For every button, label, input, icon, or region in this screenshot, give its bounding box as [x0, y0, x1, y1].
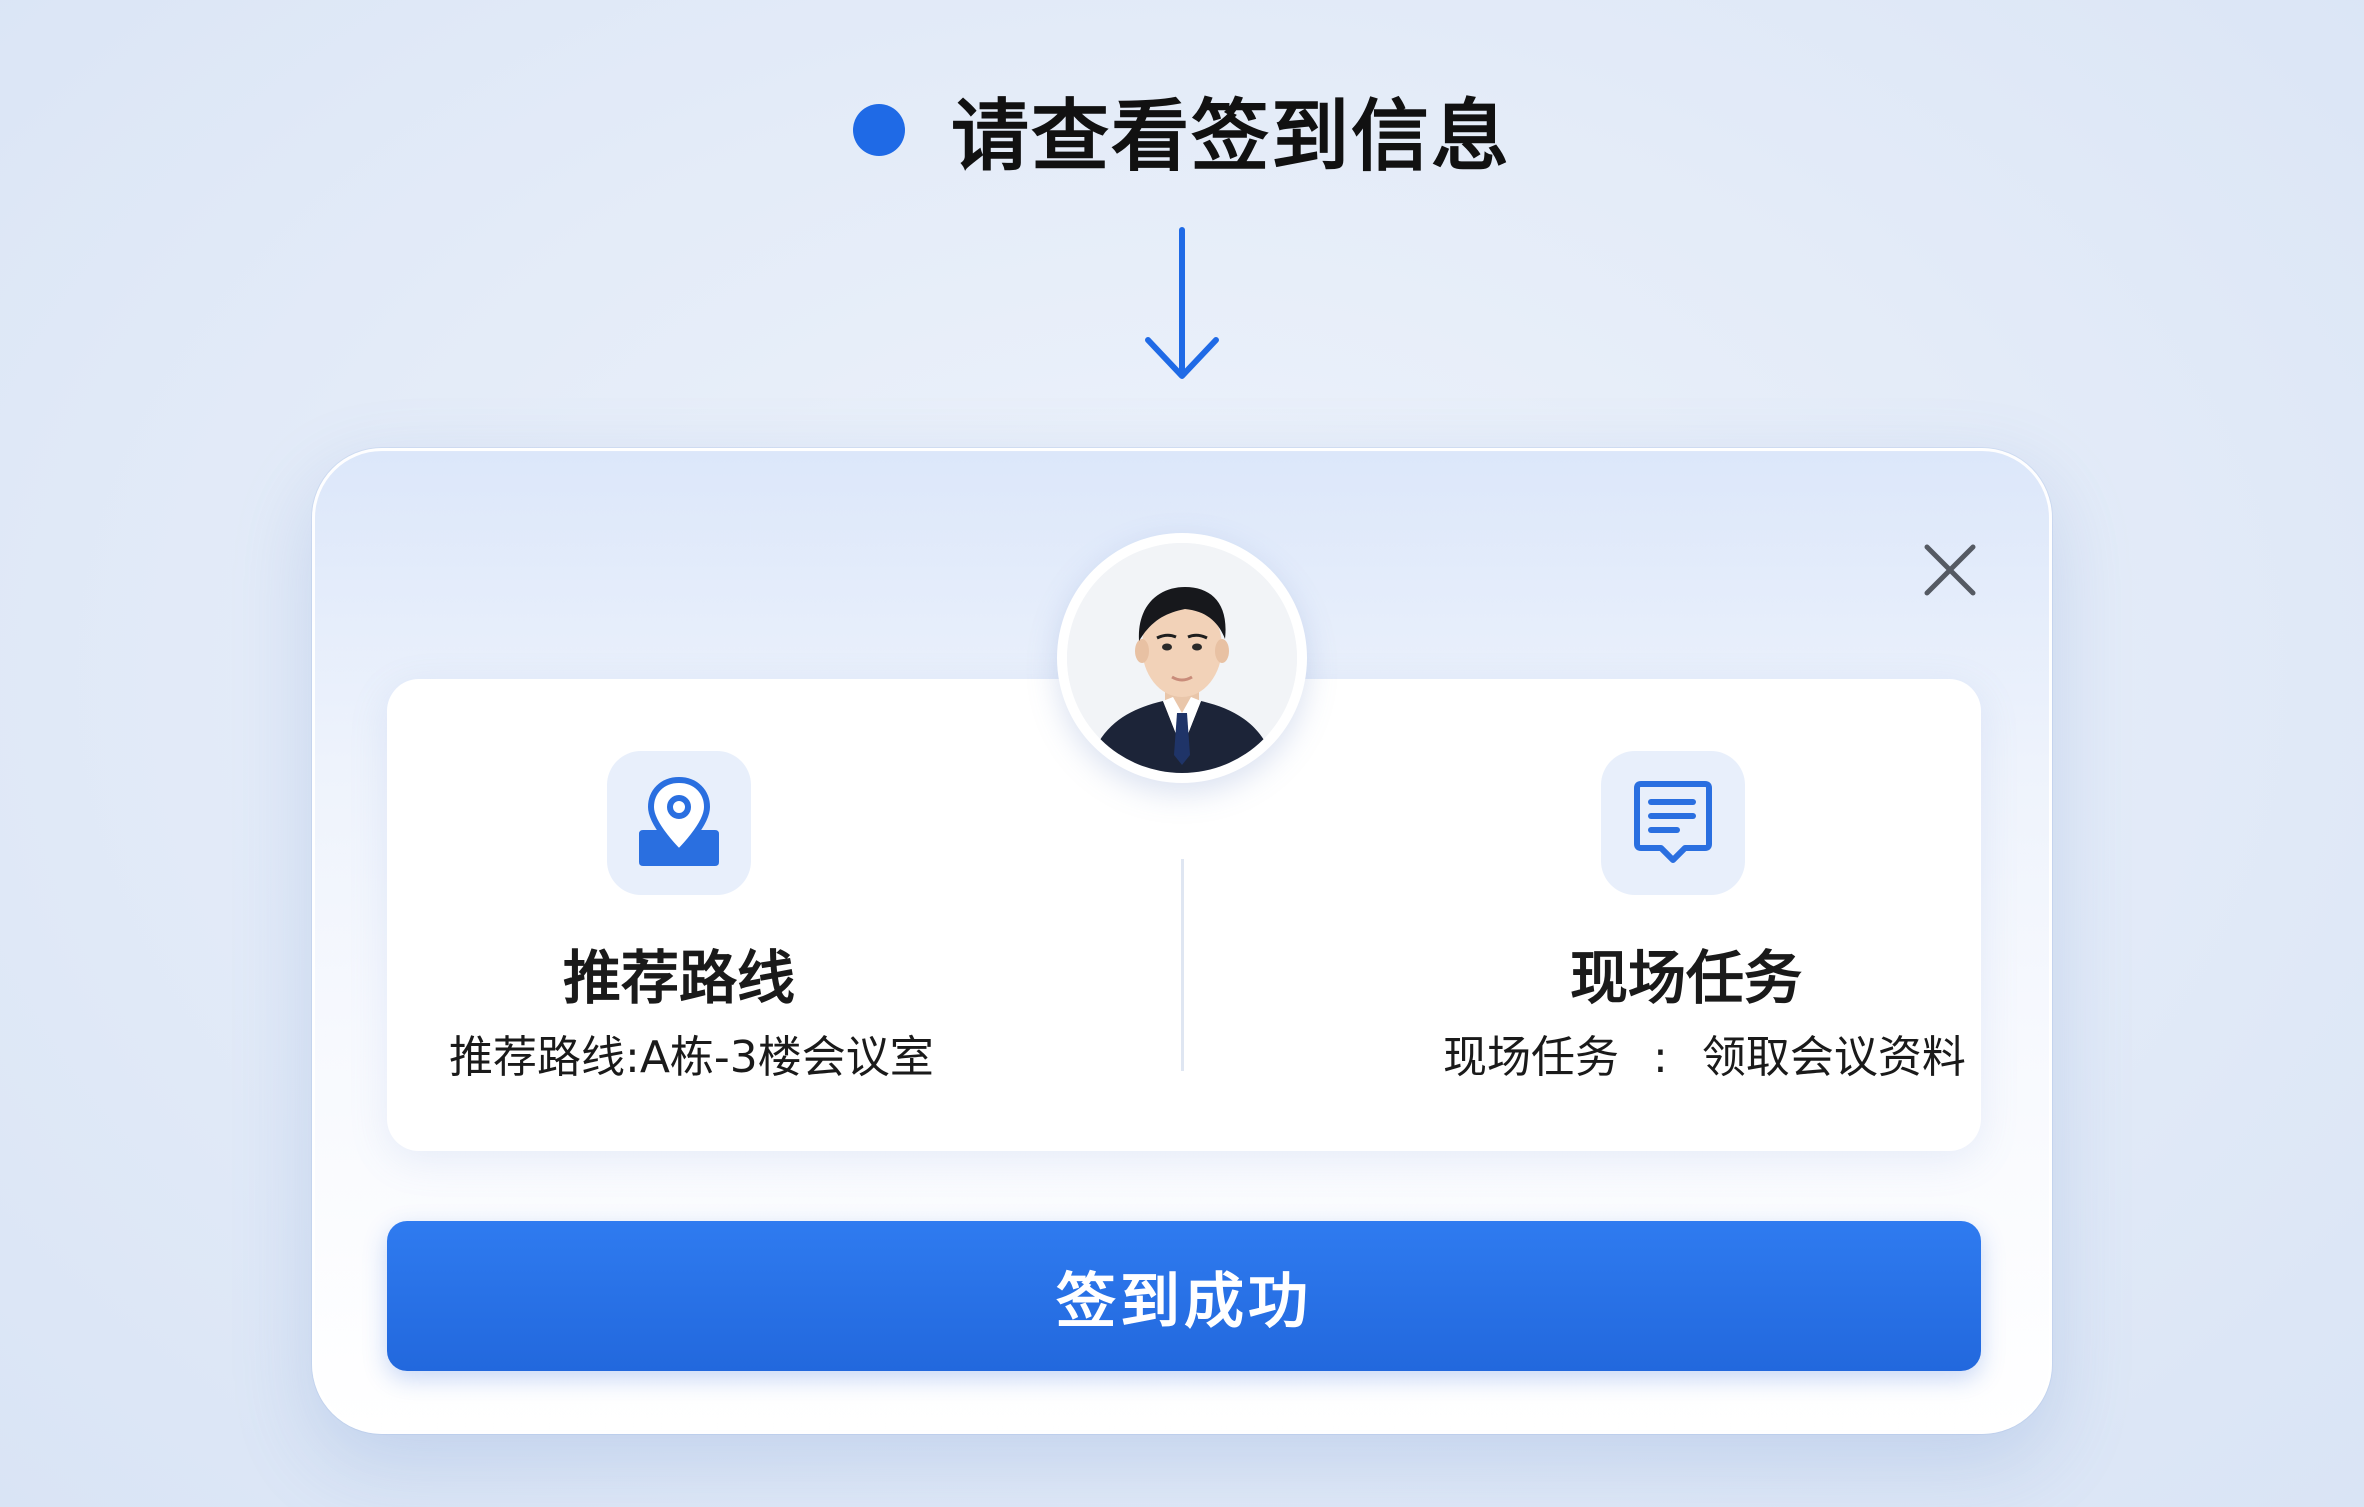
arrow-down-icon: [1145, 227, 1219, 379]
page-title: 请查看签到信息: [950, 92, 1511, 182]
checkin-success-button[interactable]: 签到成功: [387, 1221, 1981, 1371]
card-divider: [1181, 859, 1184, 1071]
user-avatar: [1067, 543, 1297, 773]
header-bullet-dot: [852, 104, 905, 156]
task-detail-separator: :: [1653, 1032, 1668, 1083]
task-icon-tile: [1601, 751, 1745, 895]
map-pin-icon: [639, 776, 719, 866]
task-detail-label: 现场任务: [1443, 1032, 1619, 1083]
checkin-info-dialog: 推荐路线 推荐路线:A栋-3楼会议室 现场任务 现场任务: 领取会议资料 签到成…: [312, 448, 2052, 1434]
document-icon: [1634, 781, 1712, 863]
close-icon[interactable]: [1921, 541, 1979, 599]
avatar: [1057, 533, 1307, 783]
page-header: 请查看签到信息: [0, 70, 2364, 190]
task-title: 现场任务: [1569, 944, 1802, 1012]
route-detail: 推荐路线:A栋-3楼会议室: [449, 1032, 934, 1083]
route-title: 推荐路线: [562, 944, 795, 1012]
route-icon-tile: [607, 751, 751, 895]
task-detail-value: 领取会议资料: [1701, 1032, 1966, 1083]
task-detail: 现场任务: 领取会议资料: [1443, 1021, 1966, 1085]
